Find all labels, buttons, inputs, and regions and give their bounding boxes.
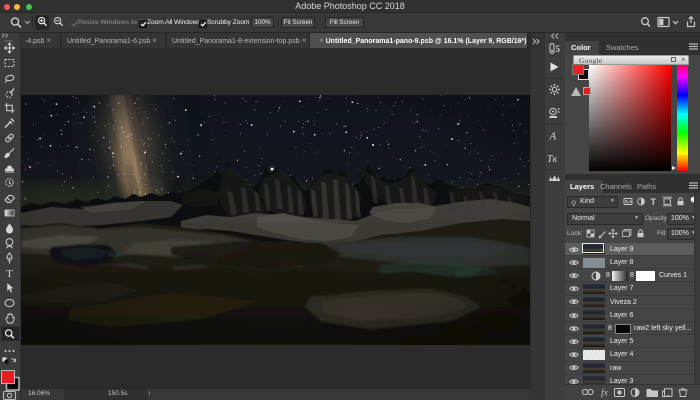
svg-text:5: 5: [556, 44, 561, 54]
svg-text:T: T: [651, 197, 657, 207]
svg-text:fx: fx: [601, 388, 609, 399]
svg-text:Tκ: Tκ: [547, 154, 558, 165]
svg-text:A: A: [549, 131, 557, 143]
svg-text:T: T: [6, 268, 13, 280]
